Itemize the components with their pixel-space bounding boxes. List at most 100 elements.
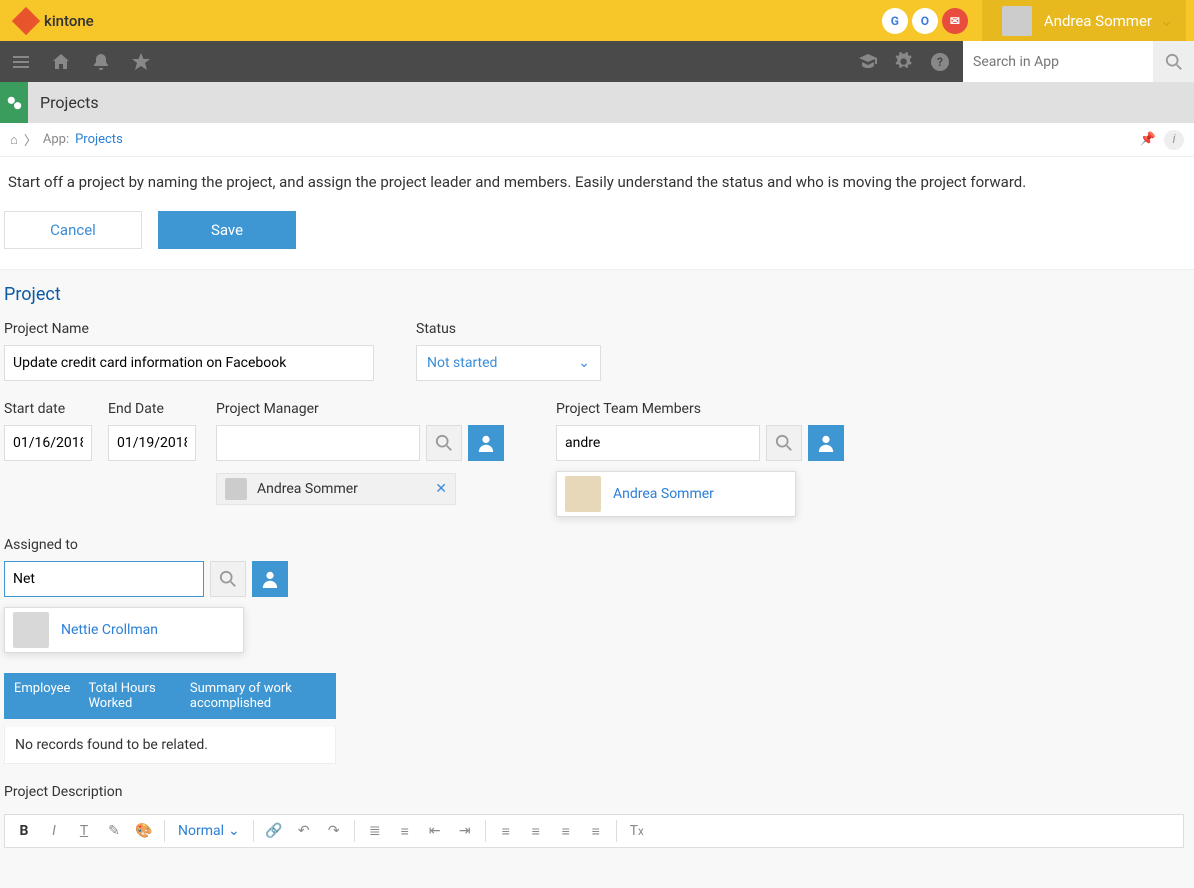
info-icon[interactable]: i [1164,130,1184,150]
assigned-suggestion-dropdown: Nettie Crollman [4,607,244,653]
app-settings-icon[interactable] [0,82,28,123]
assigned-suggestion-item[interactable]: Nettie Crollman [5,608,243,652]
breadcrumb-prefix: App: [43,132,69,147]
breadcrumb: ⌂ 〉 App: Projects 📌 i [0,123,1194,157]
breadcrumb-link[interactable]: Projects [75,132,123,147]
team-input[interactable] [556,425,760,461]
label-end-date: End Date [108,401,196,417]
link-icon[interactable]: 🔗 [261,818,287,844]
col-hours: Total Hours Worked [88,681,171,711]
label-project-description: Project Description [4,784,1190,800]
align-right-icon[interactable]: ≡ [553,818,579,844]
separator-icon [354,820,355,842]
chevron-down-icon: ⌄ [228,823,240,839]
col-employee: Employee [14,681,70,711]
user-avatar-icon [1002,6,1032,36]
brand-logo[interactable]: kintone [16,11,94,31]
page-header: Projects [0,82,1194,123]
italic-icon[interactable]: I [41,818,67,844]
project-name-input[interactable] [4,345,374,381]
align-left-icon[interactable]: ≡ [493,818,519,844]
page-description: Start off a project by naming the projec… [0,157,1194,211]
user-menu[interactable]: Andrea Sommer ⌄ [982,0,1186,41]
separator-icon [485,820,486,842]
help-icon[interactable]: ? [927,49,953,75]
brand-text: kintone [44,12,94,30]
avatar-icon [225,478,247,500]
home-icon[interactable] [48,49,74,75]
label-team-members: Project Team Members [556,401,844,417]
label-assigned-to: Assigned to [4,537,336,553]
background-color-icon[interactable]: 🎨 [131,818,157,844]
assigned-search-button[interactable] [210,561,246,597]
mail-icon[interactable]: ✉ [942,8,968,34]
avatar-icon [565,476,601,512]
gear-icon[interactable] [891,49,917,75]
page-title: Projects [40,93,99,112]
label-project-name: Project Name [4,321,374,337]
suggestion-name: Nettie Crollman [61,622,158,638]
outdent-icon[interactable]: ⇤ [422,818,448,844]
format-select[interactable]: Normal ⌄ [172,823,246,839]
text-color-icon[interactable]: ✎ [101,818,127,844]
remove-chip-icon[interactable]: ✕ [435,481,447,497]
separator-icon [616,820,617,842]
brand-icon [12,6,40,34]
col-summary: Summary of work accomplished [190,681,326,711]
label-start-date: Start date [4,401,92,417]
bullet-list-icon[interactable]: ≣ [362,818,388,844]
align-justify-icon[interactable]: ≡ [583,818,609,844]
status-select[interactable]: Not started ⌄ [416,345,601,381]
section-title: Project [4,284,1190,305]
search-button[interactable] [1153,41,1194,82]
form-area: Project Project Name Status Not started … [0,270,1194,888]
graduation-icon[interactable] [855,49,881,75]
chevron-down-icon: ⌄ [578,355,590,371]
suggestion-name: Andrea Sommer [613,486,714,502]
assigned-to-input[interactable] [4,561,204,597]
pin-icon[interactable]: 📌 [1140,132,1156,147]
breadcrumb-home-icon[interactable]: ⌂ [10,132,18,148]
start-date-input[interactable] [4,425,92,461]
team-search-button[interactable] [766,425,802,461]
clear-format-icon[interactable]: Tx [624,818,650,844]
number-list-icon[interactable]: ≡ [392,818,418,844]
pm-chip-name: Andrea Sommer [257,481,358,497]
team-org-button[interactable] [808,425,844,461]
google-icon[interactable]: G [882,8,908,34]
top-bar: kintone G O ✉ Andrea Sommer ⌄ [0,0,1194,41]
top-right-icons: G O ✉ Andrea Sommer ⌄ [882,0,1186,41]
redo-icon[interactable]: ↷ [321,818,347,844]
team-suggestion-dropdown: Andrea Sommer [556,471,796,517]
avatar-icon [13,612,49,648]
pm-org-button[interactable] [468,425,504,461]
save-button[interactable]: Save [158,211,296,249]
separator-icon [253,820,254,842]
text-style-icon[interactable]: T [71,818,97,844]
search-input[interactable] [963,41,1153,82]
bell-icon[interactable] [88,49,114,75]
indent-icon[interactable]: ⇥ [452,818,478,844]
cancel-button[interactable]: Cancel [4,211,142,249]
end-date-input[interactable] [108,425,196,461]
assigned-org-button[interactable] [252,561,288,597]
related-table-header: Employee Total Hours Worked Summary of w… [4,673,336,719]
align-center-icon[interactable]: ≡ [523,818,549,844]
undo-icon[interactable]: ↶ [291,818,317,844]
project-manager-input[interactable] [216,425,420,461]
user-name: Andrea Sommer [1044,12,1152,30]
pm-search-button[interactable] [426,425,462,461]
team-suggestion-item[interactable]: Andrea Sommer [557,472,795,516]
rich-text-toolbar: B I T ✎ 🎨 Normal ⌄ 🔗 ↶ ↷ ≣ ≡ ⇤ ⇥ ≡ ≡ ≡ ≡ [4,814,1184,848]
label-status: Status [416,321,601,337]
outlook-icon[interactable]: O [912,8,938,34]
star-icon[interactable] [128,49,154,75]
bold-icon[interactable]: B [11,818,37,844]
pm-chip: Andrea Sommer ✕ [216,473,456,505]
status-value: Not started [427,355,497,371]
menu-icon[interactable] [8,49,34,75]
label-project-manager: Project Manager [216,401,504,417]
svg-text:?: ? [937,55,943,69]
app-search [963,41,1194,82]
action-bar: Cancel Save [0,211,1194,270]
